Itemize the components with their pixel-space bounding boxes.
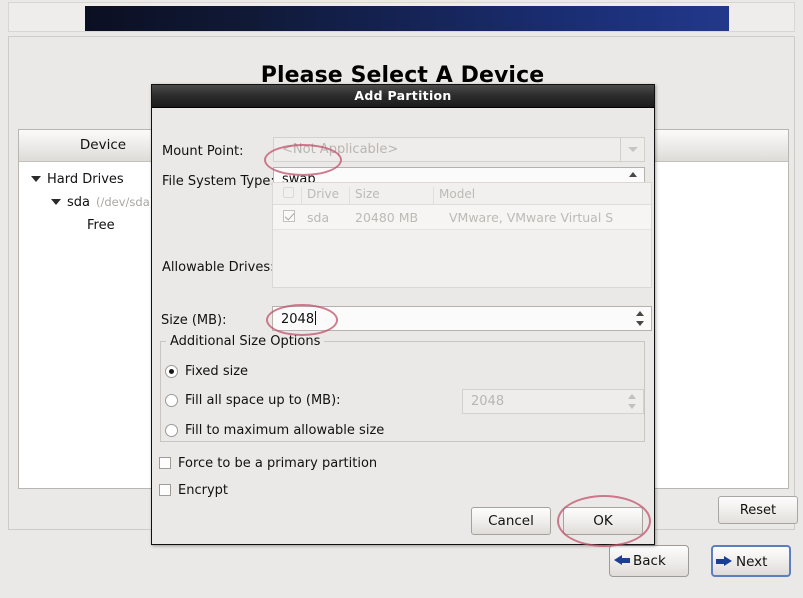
allowable-drives-label: Allowable Drives:: [162, 260, 275, 275]
mount-point-combobox[interactable]: <Not Applicable>: [273, 137, 645, 162]
radio-fill-up-to-label[interactable]: Fill all space up to (MB):: [185, 393, 341, 408]
radio-fill-maximum-label[interactable]: Fill to maximum allowable size: [185, 423, 384, 438]
table-row[interactable]: sda 20480 MB VMware, VMware Virtual S: [273, 205, 651, 230]
navigation-bar: Back Next: [0, 545, 795, 589]
radio-fixed-size-label[interactable]: Fixed size: [185, 364, 248, 379]
column-header-drive[interactable]: Drive: [307, 187, 339, 201]
select-all-checkbox[interactable]: [283, 187, 294, 198]
additional-size-options-legend: Additional Size Options: [166, 334, 325, 349]
column-header-size[interactable]: Size: [355, 187, 380, 201]
back-button[interactable]: Back: [609, 545, 689, 577]
brand-banner: [85, 6, 729, 31]
size-spinner-icon[interactable]: [631, 307, 651, 330]
drives-table-header: Drive Size Model: [273, 183, 651, 205]
checkbox-force-primary[interactable]: [159, 457, 171, 469]
fill-up-to-spinner-icon[interactable]: [623, 390, 643, 413]
fill-up-to-input[interactable]: 2048: [462, 389, 644, 414]
expander-triangle-icon[interactable]: [31, 174, 42, 185]
checkbox-encrypt[interactable]: [159, 484, 171, 496]
next-button[interactable]: Next: [711, 545, 791, 577]
chevron-down-icon: [628, 147, 638, 152]
tree-item-label: Free: [87, 218, 115, 233]
next-button-label: Next: [736, 554, 768, 570]
tree-item-label: Hard Drives: [47, 172, 124, 187]
fill-up-to-value: 2048: [471, 394, 505, 409]
arrow-left-icon: [613, 555, 630, 566]
cancel-button[interactable]: Cancel: [471, 507, 551, 535]
file-system-type-label: File System Type:: [162, 174, 275, 189]
checkbox-force-primary-label[interactable]: Force to be a primary partition: [178, 456, 377, 471]
size-label: Size (MB):: [161, 313, 227, 328]
dialog-title-bar: Add Partition: [152, 85, 654, 108]
column-header-model[interactable]: Model: [439, 187, 475, 201]
drive-name: sda: [307, 210, 330, 225]
drive-model: VMware, VMware Virtual S: [449, 210, 614, 225]
radio-fill-up-to[interactable]: [165, 394, 178, 407]
radio-fill-maximum[interactable]: [165, 424, 178, 437]
tree-item-device-path: (/dev/sda): [96, 195, 155, 209]
arrow-right-icon: [716, 556, 733, 567]
allowable-drives-table[interactable]: Drive Size Model sda 20480 MB VMware, VM…: [272, 182, 652, 288]
mount-point-label: Mount Point:: [162, 144, 244, 159]
mount-point-value: <Not Applicable>: [282, 142, 399, 157]
checkbox-encrypt-label[interactable]: Encrypt: [178, 483, 228, 498]
drive-row-checkbox[interactable]: [283, 210, 295, 222]
text-caret: [315, 311, 317, 325]
reset-button[interactable]: Reset: [718, 496, 798, 524]
expander-triangle-icon[interactable]: [51, 197, 62, 208]
ok-button[interactable]: OK: [563, 507, 643, 535]
back-button-label: Back: [633, 553, 666, 569]
mount-point-dropdown-button[interactable]: [620, 138, 644, 161]
radio-fixed-size[interactable]: [165, 365, 178, 378]
banner-frame: [8, 2, 795, 32]
size-value: 2048: [281, 311, 317, 327]
size-input[interactable]: 2048: [272, 306, 652, 331]
drive-size: 20480 MB: [355, 210, 419, 225]
tree-item-label: sda: [67, 195, 90, 210]
